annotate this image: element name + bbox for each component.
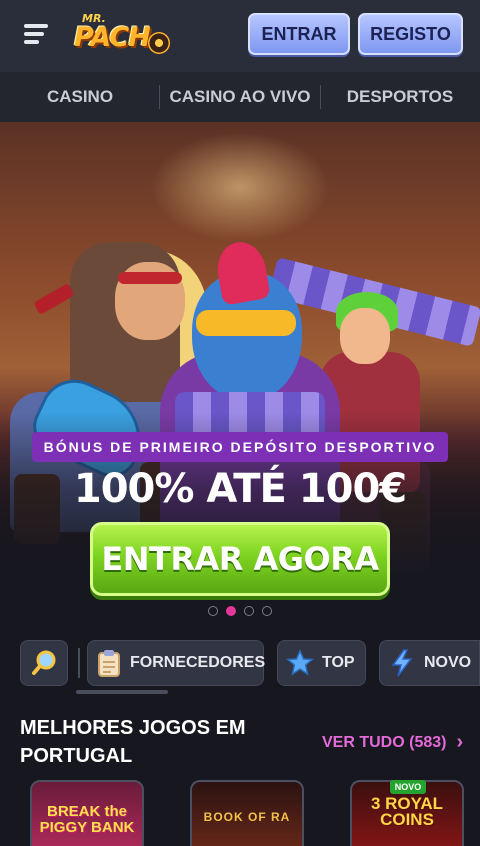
nav-item-live-casino[interactable]: CASINO AO VIVO: [160, 72, 320, 122]
carousel-dot[interactable]: [262, 606, 272, 616]
section-title: MELHORES JOGOS EM PORTUGAL: [20, 717, 246, 767]
nav-item-sports[interactable]: DESPORTOS: [320, 72, 480, 122]
lightning-icon: [388, 649, 416, 677]
promo-banner[interactable]: BÓNUS DE PRIMEIRO DEPÓSITO DESPORTIVO 10…: [0, 122, 480, 634]
see-all-label: VER TUDO (583): [322, 733, 447, 751]
promo-badge: BÓNUS DE PRIMEIRO DEPÓSITO DESPORTIVO: [32, 432, 448, 462]
game-title: BREAK the PIGGY BANK: [39, 803, 135, 836]
game-filter-bar: FORNECEDORES TOP NOVO: [0, 634, 480, 698]
register-button[interactable]: REGISTO: [358, 13, 463, 55]
filter-scroll-indicator: [76, 690, 168, 694]
banner-art: [196, 310, 296, 336]
providers-button[interactable]: FORNECEDORES: [87, 640, 266, 686]
providers-label: FORNECEDORES: [130, 654, 266, 671]
banner-art: [340, 308, 390, 364]
carousel-dots: [0, 606, 480, 616]
new-badge: NOVO: [390, 780, 426, 794]
game-card[interactable]: BOOK OF RA: [190, 780, 304, 846]
carousel-dot[interactable]: [208, 606, 218, 616]
carousel-dot[interactable]: [244, 606, 254, 616]
game-title: BOOK OF RA: [203, 810, 291, 824]
stage-light: [150, 132, 330, 242]
search-button[interactable]: [20, 640, 68, 686]
top-button[interactable]: TOP: [277, 640, 366, 686]
banner-art: [213, 238, 271, 306]
banner-art: [118, 272, 182, 284]
top-header: MR. PACH ENTRAR REGISTO: [0, 0, 480, 72]
nav-item-casino[interactable]: CASINO: [0, 72, 160, 122]
game-card[interactable]: NOVO 3 ROYAL COINS: [350, 780, 464, 846]
chevron-right-icon: ›: [456, 731, 464, 753]
main-nav: CASINO CASINO AO VIVO DESPORTOS: [0, 72, 480, 122]
star-icon: [286, 649, 314, 677]
promo-title: 100% ATÉ 100€: [73, 466, 407, 512]
see-all-link[interactable]: VER TUDO (583) ›: [322, 731, 463, 754]
enter-now-button[interactable]: ENTRAR AGORA: [90, 522, 390, 596]
filter-divider: [78, 648, 80, 678]
game-card[interactable]: BREAK the PIGGY BANK: [30, 780, 144, 846]
login-button[interactable]: ENTRAR: [248, 13, 350, 55]
hamburger-menu-icon[interactable]: [24, 24, 48, 46]
mr-pacho-logo[interactable]: MR. PACH: [74, 12, 174, 58]
magnifier-icon: [32, 650, 56, 675]
banner-art: [33, 282, 75, 316]
new-label: NOVO: [424, 654, 472, 671]
top-label: TOP: [322, 654, 355, 671]
carousel-dot-active[interactable]: [226, 606, 236, 616]
new-button[interactable]: NOVO: [379, 640, 480, 686]
clipboard-icon: [96, 649, 122, 677]
game-title: 3 ROYAL COINS: [370, 794, 444, 829]
